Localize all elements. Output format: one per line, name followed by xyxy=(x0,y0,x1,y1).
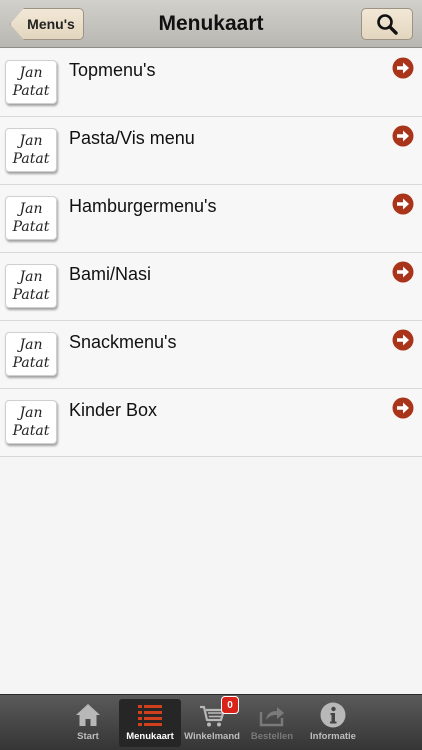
jan-patat-logo: Jan Patat xyxy=(5,264,57,308)
logo-line-2: Patat xyxy=(12,219,50,235)
tab-label: Menukaart xyxy=(126,731,174,742)
cart-count-badge: 0 xyxy=(221,696,239,714)
list-item-pasta-vis[interactable]: Jan Patat Pasta/Vis menu xyxy=(0,117,422,185)
logo-line-2: Patat xyxy=(12,83,50,99)
tab-winkelmand[interactable]: 0 Winkelmand xyxy=(181,696,243,747)
logo-line-1: Jan xyxy=(19,133,43,149)
tab-informatie[interactable]: Informatie xyxy=(302,699,364,747)
logo-line-2: Patat xyxy=(12,151,50,167)
list-item-label: Hamburgermenu's xyxy=(69,196,217,216)
tab-label: Bestellen xyxy=(250,731,294,742)
tab-label: Winkelmand xyxy=(184,731,240,742)
info-icon xyxy=(320,702,346,728)
list-item-label: Snackmenu's xyxy=(69,332,177,352)
back-button[interactable]: Menu's xyxy=(10,8,84,40)
list-item-kinder-box[interactable]: Jan Patat Kinder Box xyxy=(0,389,422,457)
logo-line-2: Patat xyxy=(12,423,50,439)
list-item-bami-nasi[interactable]: Jan Patat Bami/Nasi xyxy=(0,253,422,321)
tab-label: Start xyxy=(77,731,99,742)
tab-label: Informatie xyxy=(310,731,356,742)
list-item-label: Topmenu's xyxy=(69,60,156,80)
menu-list: Jan Patat Topmenu's Jan Patat Pasta/Vis … xyxy=(0,49,422,457)
logo-line-2: Patat xyxy=(12,355,50,371)
list-item-label: Bami/Nasi xyxy=(69,264,152,284)
tab-bar: Start Menukaart 0 Winkelmand Bestellen I… xyxy=(0,694,422,750)
home-icon xyxy=(76,704,100,726)
logo-line-1: Jan xyxy=(19,201,43,217)
jan-patat-logo: Jan Patat xyxy=(5,400,57,444)
tab-bestellen[interactable]: Bestellen xyxy=(241,699,303,747)
logo-line-1: Jan xyxy=(19,65,43,81)
arrow-right-icon[interactable] xyxy=(392,193,414,215)
logo-line-1: Jan xyxy=(19,337,43,353)
arrow-right-icon[interactable] xyxy=(392,329,414,351)
arrow-right-icon[interactable] xyxy=(392,261,414,283)
back-button-label: Menu's xyxy=(27,16,75,32)
app-screen: Menu's Menukaart Jan Patat Topmenu's Jan… xyxy=(0,0,422,750)
share-icon xyxy=(259,707,284,727)
logo-line-2: Patat xyxy=(12,287,50,303)
arrow-right-icon[interactable] xyxy=(392,125,414,147)
list-item-label: Kinder Box xyxy=(69,400,158,420)
tab-start[interactable]: Start xyxy=(57,699,119,747)
logo-line-1: Jan xyxy=(19,269,43,285)
list-icon xyxy=(138,705,162,726)
navigation-bar: Menu's Menukaart xyxy=(0,0,422,48)
list-item-label: Pasta/Vis menu xyxy=(69,128,195,148)
tab-menukaart[interactable]: Menukaart xyxy=(119,699,181,747)
arrow-right-icon[interactable] xyxy=(392,57,414,79)
search-button[interactable] xyxy=(361,8,413,40)
jan-patat-logo: Jan Patat xyxy=(5,60,57,104)
jan-patat-logo: Jan Patat xyxy=(5,332,57,376)
list-item-snackmenus[interactable]: Jan Patat Snackmenu's xyxy=(0,321,422,389)
jan-patat-logo: Jan Patat xyxy=(5,196,57,240)
search-icon xyxy=(377,14,398,35)
list-item-hamburgermenus[interactable]: Jan Patat Hamburgermenu's xyxy=(0,185,422,253)
logo-line-1: Jan xyxy=(19,405,43,421)
jan-patat-logo: Jan Patat xyxy=(5,128,57,172)
arrow-right-icon[interactable] xyxy=(392,397,414,419)
list-item-topmenus[interactable]: Jan Patat Topmenu's xyxy=(0,49,422,117)
